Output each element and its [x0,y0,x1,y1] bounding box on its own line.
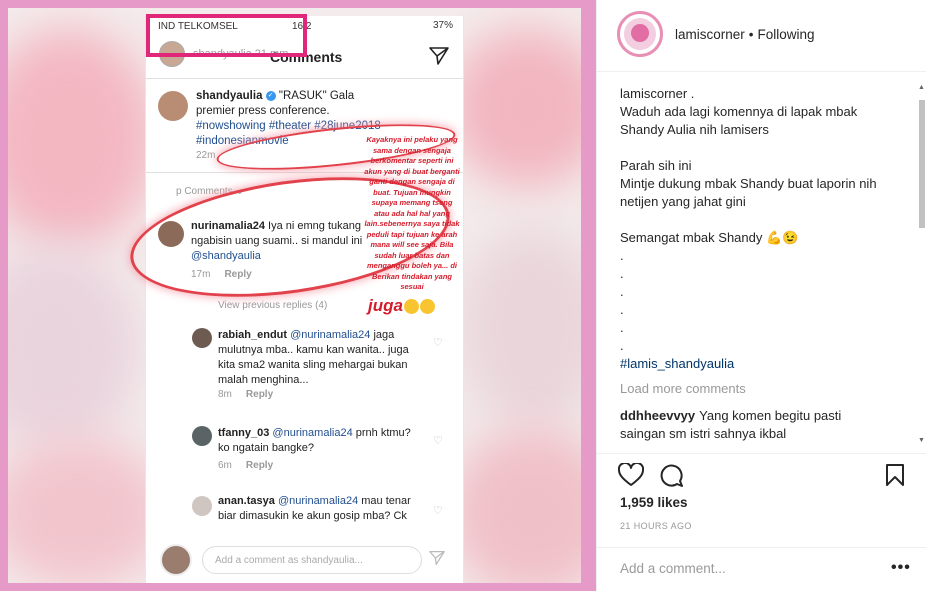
avatar-logo [631,24,649,42]
caption-line [620,139,890,157]
comment-mention: @nurinamalia24 [290,329,371,341]
comment-time: 6m [218,460,232,471]
caption-line: Parah sih ini [620,158,692,173]
battery-percent: 37% [432,20,453,31]
add-comment-bar: Add a comment... ••• [597,547,926,591]
blur-shape [8,248,138,448]
profile-avatar[interactable] [617,11,663,57]
blur-shape [8,28,158,248]
blur-shape [458,228,581,428]
phone-comment-input: Add a comment as shandyaulia... [202,546,422,574]
caption-line: . [620,284,624,299]
post-image-content: IND TELKOMSEL 16:2 37% shandyaulia 21 mm… [8,8,581,583]
bookmark-icon[interactable] [885,463,905,487]
comment-time: 8m [218,389,232,400]
comment-meta: 8m Reply [218,389,273,400]
comment-username: rabiah_endut [218,329,288,341]
divider [146,78,463,79]
battery-label: 37% [433,20,453,31]
annotation-note: Kayaknya ini pelaku yang sama dengan sen… [364,135,460,291]
avatar [158,91,188,121]
comment-input[interactable]: Add a comment... [620,561,726,576]
highlight-box [146,14,307,57]
smiley-icon [403,299,419,315]
comment-mention: @nurinamalia24 [272,427,353,439]
caption-line: . [620,302,624,317]
caption-line: Mintje dukung mbak Shandy buat laporin n… [620,176,877,209]
caption-line: . [620,338,624,353]
heart-icon: ♡ [433,505,443,517]
avatar [192,328,212,348]
heart-icon: ♡ [433,337,443,349]
load-more-comments[interactable]: Load more comments [620,381,746,396]
reply-link: Reply [245,389,274,400]
comment: ddhheevvyy Yang komen begitu pasti sainga… [620,407,890,443]
comment-text: rabiah_endut @nurinamalia24 jaga mulutny… [218,328,418,388]
heart-icon: ♡ [433,435,443,447]
blur-shape [448,28,581,188]
more-options-icon[interactable]: ••• [891,559,911,577]
avatar [192,426,212,446]
caption-line [620,211,890,229]
heart-icon[interactable] [618,463,644,487]
annotation-juga: juga [368,296,435,316]
post-header: lamiscorner • Following [597,0,926,72]
scrollbar-thumb[interactable] [919,100,925,228]
hashtag-link[interactable]: #lamis_shandyaulia [620,355,890,373]
send-icon [429,47,449,65]
comment-mention: @nurinamalia24 [277,495,359,507]
comment-meta: 6m Reply [218,460,273,471]
likes-count[interactable]: 1,959 likes [620,495,688,510]
blur-shape [448,428,581,583]
header-separator: • [748,27,754,42]
avatar [160,544,192,576]
scroll-down-arrow[interactable]: ▼ [918,437,925,444]
caption-line: . [620,320,624,335]
view-replies-link: View previous replies (4) [218,300,328,311]
comment-username: anan.tasya [218,495,275,507]
caption-line: Waduh ada lagi komennya di lapak mbak Sh… [620,104,858,137]
username-link[interactable]: lamiscorner [675,27,745,42]
caption-time: 22m [196,150,216,161]
header-user: lamiscorner • Following [675,27,815,42]
comment-text: tfanny_03 @nurinamalia24 prnh ktmu? ko n… [218,426,418,456]
post-sidebar: lamiscorner • Following lamiscorner . Wadu… [596,0,926,591]
comment-icon[interactable] [659,463,683,487]
comment-username: tfanny_03 [218,427,270,439]
blur-shape [8,438,168,583]
post-image[interactable]: IND TELKOMSEL 16:2 37% shandyaulia 21 mm… [0,0,596,591]
following-button[interactable]: Following [758,27,815,42]
smiley-icon [419,299,435,315]
verified-badge-icon: ✓ [265,90,276,101]
caption-line: lamiscorner . [620,86,695,101]
caption-line: . [620,248,624,263]
scrollbar[interactable]: ▲ ▼ [918,72,926,453]
scroll-up-arrow[interactable]: ▲ [918,84,925,91]
post-caption: lamiscorner . Waduh ada lagi komennya di… [620,85,890,373]
avatar [192,496,212,516]
send-icon [429,550,445,566]
reply-link: Reply [245,460,274,471]
annotation-juga-text: juga [368,296,403,315]
instagram-post-view: IND TELKOMSEL 16:2 37% shandyaulia 21 mm… [0,0,926,591]
caption-line: Semangat mbak Shandy 💪😉 [620,230,799,245]
caption-line: . [620,266,624,281]
timestamp[interactable]: 21 HOURS AGO [620,521,692,531]
comment-text: anan.tasya @nurinamalia24 mau tenar biar… [218,494,418,524]
phone-add-comment-bar: Add a comment as shandyaulia... [146,534,463,576]
comment-username[interactable]: ddhheevvyy [620,408,695,423]
caption-username: shandyaulia [196,90,263,102]
